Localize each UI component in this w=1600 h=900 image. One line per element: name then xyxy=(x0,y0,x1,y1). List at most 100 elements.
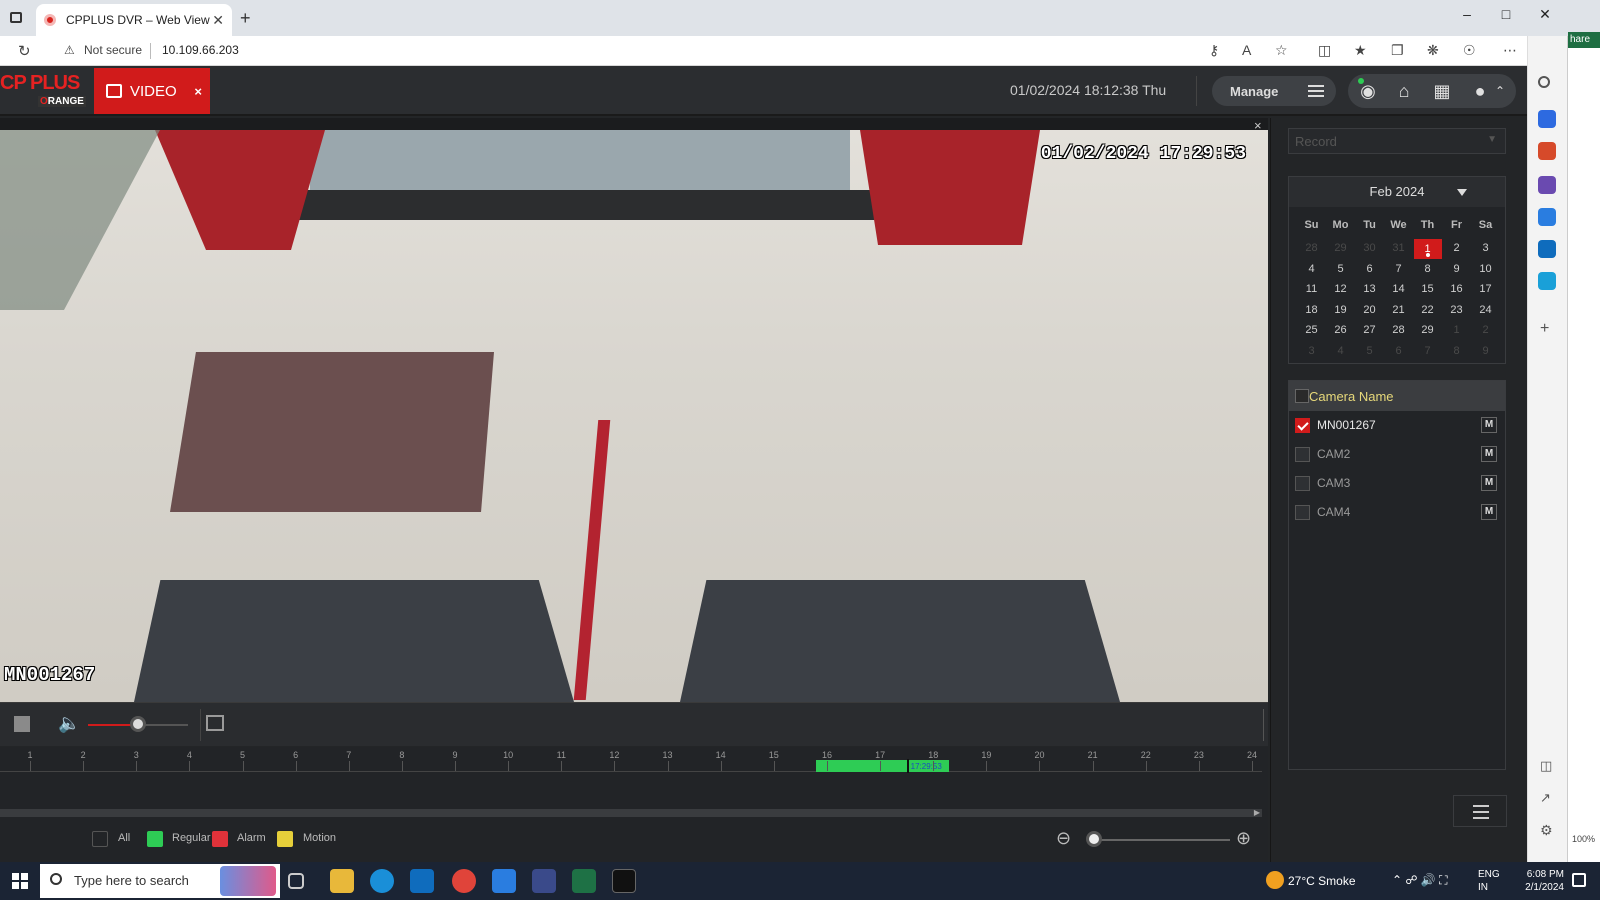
calendar-day[interactable]: 5 xyxy=(1326,260,1355,278)
search-icon[interactable] xyxy=(1538,76,1550,88)
calendar-day[interactable]: 25 xyxy=(1297,321,1326,339)
camera-checkbox[interactable] xyxy=(1295,505,1310,520)
camera-row[interactable]: MN001267 M xyxy=(1289,411,1505,440)
read-aloud-icon[interactable]: A xyxy=(1242,42,1251,58)
grid-layout-icon[interactable]: ▦ xyxy=(1430,80,1454,102)
chevron-up-icon[interactable]: ⌃ xyxy=(1488,80,1512,102)
sidebar-toggle-icon[interactable]: ◫ xyxy=(1540,758,1552,774)
all-checkbox[interactable] xyxy=(92,831,108,847)
calendar-day[interactable]: 4 xyxy=(1326,342,1355,360)
chrome-taskbar-icon[interactable] xyxy=(452,869,476,893)
calendar-day[interactable]: 29 xyxy=(1413,321,1442,339)
timeline-cursor[interactable] xyxy=(906,759,909,773)
calendar-day[interactable]: 27 xyxy=(1355,321,1384,339)
calendar-day[interactable]: 8 xyxy=(1442,342,1471,360)
camera-checkbox[interactable] xyxy=(1295,476,1310,491)
weather-text[interactable]: 27°C Smoke xyxy=(1288,874,1356,888)
camera-main-stream-button[interactable]: M xyxy=(1481,504,1497,520)
calendar-day[interactable]: 3 xyxy=(1297,342,1326,360)
favorite-star-icon[interactable]: ☆ xyxy=(1275,42,1288,59)
calendar-day[interactable]: 3 xyxy=(1471,239,1500,257)
task-view-icon[interactable] xyxy=(288,873,304,889)
calendar-day[interactable]: 8 xyxy=(1413,260,1442,278)
calendar-day[interactable]: 11 xyxy=(1297,280,1326,298)
calendar-day[interactable]: 6 xyxy=(1355,260,1384,278)
calendar-day[interactable]: 28 xyxy=(1384,321,1413,339)
tools-icon[interactable] xyxy=(1538,142,1556,160)
timeline-zoom-slider[interactable] xyxy=(1094,839,1230,841)
calendar-day[interactable]: 22 xyxy=(1413,301,1442,319)
send-icon[interactable] xyxy=(1538,272,1556,290)
outlook-taskbar-icon[interactable] xyxy=(410,869,434,893)
start-button[interactable] xyxy=(12,873,28,889)
split-screen-icon[interactable]: ◫ xyxy=(1318,42,1331,59)
calendar-day-selected[interactable]: 1 xyxy=(1413,239,1442,259)
games-icon[interactable] xyxy=(1538,176,1556,194)
calendar-day[interactable]: 9 xyxy=(1442,260,1471,278)
video-tab-close-button[interactable]: × xyxy=(194,84,202,99)
more-menu-icon[interactable]: ⋯ xyxy=(1503,42,1517,59)
calendar-day[interactable]: 15 xyxy=(1413,280,1442,298)
key-icon[interactable]: ⚷ xyxy=(1209,42,1219,59)
terminal-taskbar-icon[interactable] xyxy=(612,869,636,893)
taskbar-search-input[interactable]: Type here to search xyxy=(40,864,280,898)
calendar-header[interactable]: Feb 2024 xyxy=(1289,177,1505,207)
browser-tab[interactable]: CPPLUS DVR – Web View ✕ xyxy=(36,4,232,36)
settings-icon[interactable]: ⚙ xyxy=(1540,822,1553,839)
volume-icon[interactable]: 🔈 xyxy=(58,713,80,734)
extensions-icon[interactable]: ❋ xyxy=(1427,42,1439,59)
record-type-select[interactable]: Record ▼ xyxy=(1288,128,1506,154)
calendar-day[interactable]: 18 xyxy=(1297,301,1326,319)
system-tray-icons[interactable]: ⌃ ☍ 🔊 ⛶ xyxy=(1392,873,1448,888)
camera-main-stream-button[interactable]: M xyxy=(1481,475,1497,491)
fit-screen-icon[interactable] xyxy=(206,715,224,731)
calendar-day[interactable]: 20 xyxy=(1355,301,1384,319)
calendar-day[interactable]: 23 xyxy=(1442,301,1471,319)
camera-row[interactable]: CAM4 M xyxy=(1289,498,1505,527)
add-sidebar-icon[interactable]: + xyxy=(1540,320,1549,338)
zoom-in-icon[interactable]: ⊕ xyxy=(1236,828,1251,849)
security-label[interactable]: Not secure xyxy=(84,43,142,57)
favorites-icon[interactable]: ★ xyxy=(1354,42,1367,59)
calendar-day[interactable]: 13 xyxy=(1355,280,1384,298)
edge-taskbar-icon[interactable] xyxy=(370,869,394,893)
office-icon[interactable] xyxy=(1538,208,1556,226)
minimize-button[interactable]: – xyxy=(1457,6,1477,22)
stop-button[interactable] xyxy=(14,716,30,732)
manage-button[interactable]: Manage xyxy=(1212,76,1336,106)
home-icon[interactable]: ⌂ xyxy=(1392,80,1416,102)
shopping-icon[interactable] xyxy=(1538,110,1556,128)
calendar-day[interactable]: 6 xyxy=(1384,342,1413,360)
volume-knob[interactable] xyxy=(130,716,146,732)
calendar-day[interactable]: 31 xyxy=(1384,239,1413,257)
calendar-day[interactable]: 10 xyxy=(1471,260,1500,278)
calendar-day[interactable]: 4 xyxy=(1297,260,1326,278)
window-close-button[interactable]: ✕ xyxy=(1535,6,1555,23)
calendar-day[interactable]: 7 xyxy=(1384,260,1413,278)
calendar-day[interactable]: 2 xyxy=(1471,321,1500,339)
calendar-day[interactable]: 28 xyxy=(1297,239,1326,257)
calendar-day[interactable]: 7 xyxy=(1413,342,1442,360)
timeline-scrollbar[interactable]: ▶ xyxy=(0,808,1262,817)
calendar-day[interactable]: 26 xyxy=(1326,321,1355,339)
alarm-checkbox[interactable] xyxy=(212,831,228,847)
zoom-out-icon[interactable]: ⊖ xyxy=(1056,828,1071,849)
app-taskbar-icon[interactable] xyxy=(532,869,556,893)
regular-checkbox[interactable] xyxy=(147,831,163,847)
file-explorer-icon[interactable] xyxy=(330,869,354,893)
warning-icon[interactable]: ⚠ xyxy=(64,43,75,57)
browser-essentials-icon[interactable]: ☉ xyxy=(1463,42,1476,59)
calendar-day[interactable]: 12 xyxy=(1326,280,1355,298)
month-dropdown-icon[interactable] xyxy=(1457,189,1467,196)
refresh-icon[interactable]: ↻ xyxy=(18,42,31,60)
select-all-cameras-checkbox[interactable] xyxy=(1295,389,1309,403)
tab-actions-icon[interactable] xyxy=(10,12,22,23)
calendar-day[interactable]: 29 xyxy=(1326,239,1355,257)
camera-row[interactable]: CAM2 M xyxy=(1289,440,1505,469)
timeline-zoom-knob[interactable] xyxy=(1086,831,1102,847)
calendar-day[interactable]: 1 xyxy=(1442,321,1471,339)
playback-timeline[interactable]: 17:29:53 ▶ 1 2 3 4 5 6 7 8 9 10 11 12 13 14 15 16 17 18 19… xyxy=(0,747,1268,817)
calendar-day[interactable]: 17 xyxy=(1471,280,1500,298)
list-view-button[interactable] xyxy=(1453,795,1507,827)
video-tab[interactable]: VIDEO × xyxy=(94,68,210,114)
